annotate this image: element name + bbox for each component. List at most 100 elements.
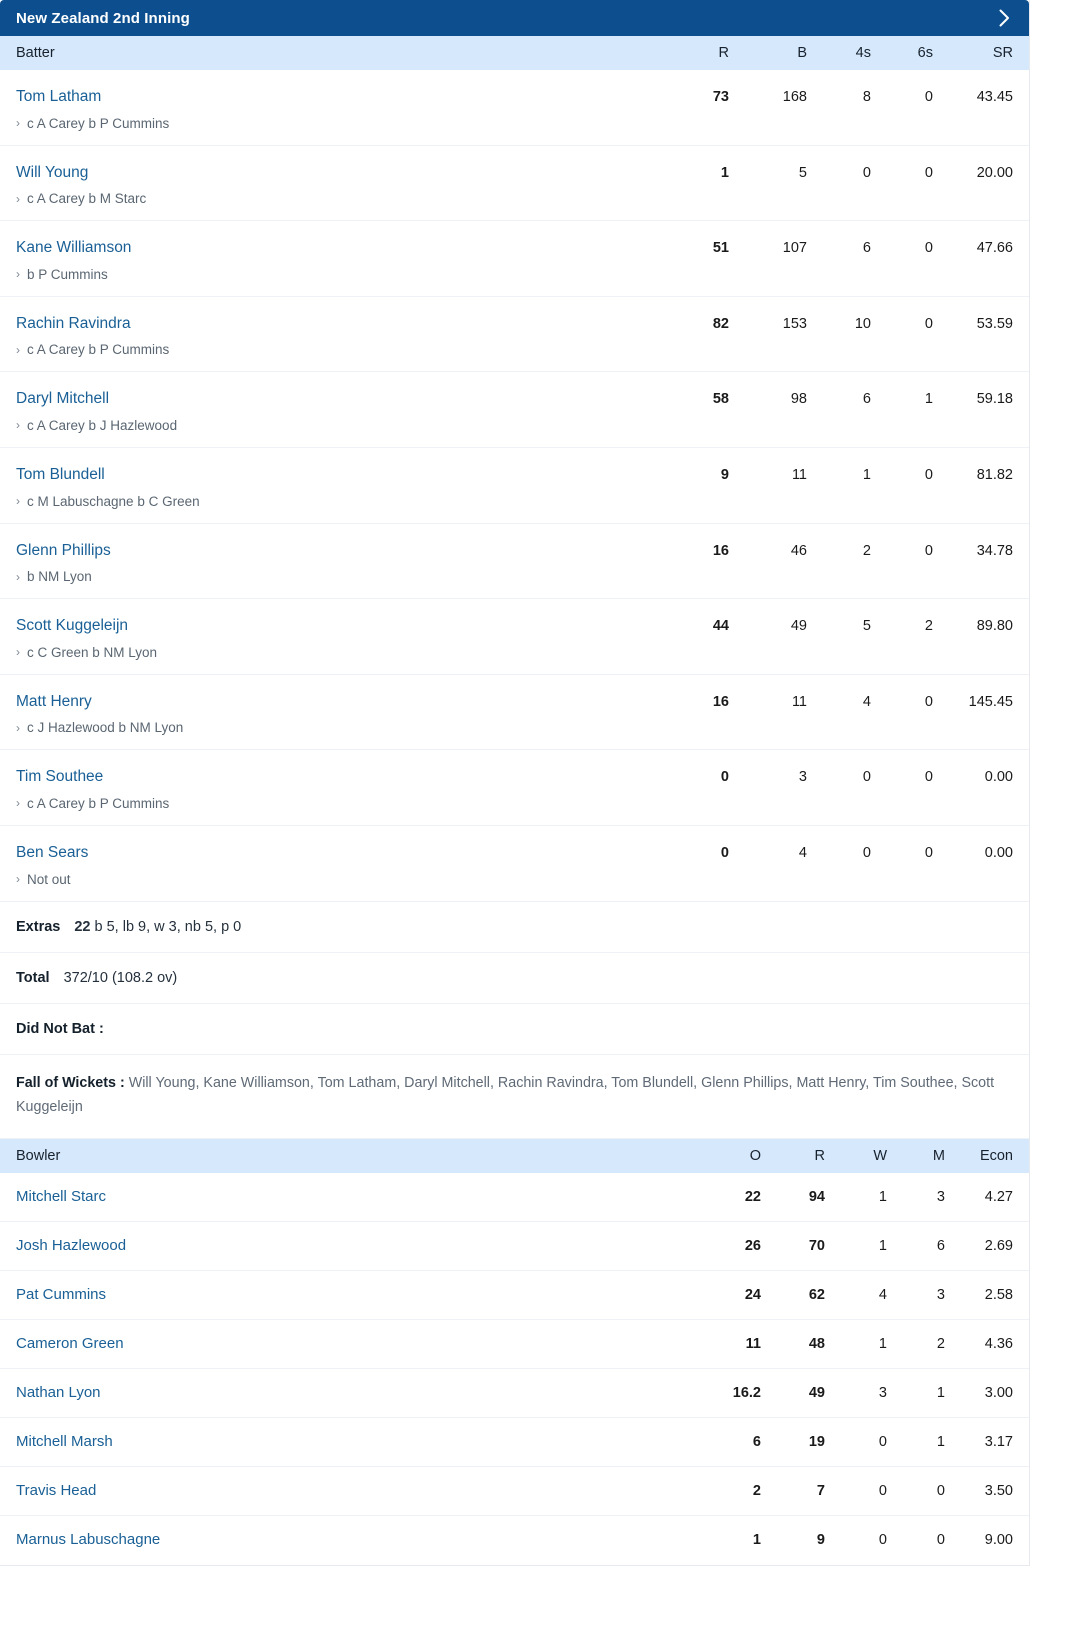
batter-name[interactable]: Kane Williamson <box>16 239 653 258</box>
bowler-wickets: 0 <box>878 1482 887 1499</box>
chevron-right-icon[interactable] <box>993 7 1015 29</box>
bowler-overs: 16.2 <box>732 1384 761 1401</box>
batter-fours: 8 <box>862 89 871 105</box>
batter-balls: 98 <box>790 391 807 408</box>
batter-sixes: 1 <box>924 391 933 408</box>
bowler-maidens: 2 <box>936 1335 945 1352</box>
bowler-runs: 7 <box>816 1482 825 1499</box>
bowler-runs: 19 <box>808 1433 825 1450</box>
bowler-economy: 3.50 <box>984 1482 1013 1499</box>
bowler-economy: 4.36 <box>984 1335 1013 1352</box>
dismissal-row: › c A Carey b P Cummins <box>16 116 1013 131</box>
batter-strike-rate: 145.45 <box>968 693 1013 710</box>
innings-title: New Zealand 2nd Inning <box>16 9 190 27</box>
chevron-right-small-icon: › <box>16 720 20 735</box>
did-not-bat-row: Did Not Bat : <box>0 1004 1029 1055</box>
table-row: Nathan Lyon 16.2 49 3 1 3.00 <box>0 1368 1029 1418</box>
batter-name[interactable]: Matt Henry <box>16 693 653 712</box>
dismissal-text: b NM Lyon <box>27 569 92 585</box>
bowler-maidens: 6 <box>936 1237 945 1254</box>
chevron-right-small-icon: › <box>16 796 20 811</box>
batter-name[interactable]: Tom Blundell <box>16 466 653 485</box>
batter-fours: 1 <box>862 466 871 483</box>
dismissal-row: › c A Carey b J Hazlewood <box>16 418 1013 433</box>
batter-name[interactable]: Tom Latham <box>16 88 653 107</box>
extras-label: Extras <box>16 918 61 935</box>
bowling-header-runs: R <box>814 1147 825 1164</box>
table-row: Scott Kuggeleijn 44 49 5 2 89.80 › c C G… <box>0 599 1029 675</box>
table-row: Ben Sears 0 4 0 0 0.00 › Not out <box>0 825 1029 902</box>
extras-total: 22 <box>74 918 91 935</box>
bowler-maidens: 0 <box>936 1532 945 1549</box>
batter-name[interactable]: Glenn Phillips <box>16 542 653 561</box>
batter-name[interactable]: Will Young <box>16 164 653 183</box>
bowling-rows: Mitchell Starc 22 94 1 3 4.27 Josh Hazle… <box>0 1172 1029 1565</box>
bowler-name[interactable]: Mitchell Starc <box>16 1188 691 1206</box>
bowler-overs: 11 <box>745 1335 761 1352</box>
table-row: Will Young 1 5 0 0 20.00 › c A Carey b M… <box>0 145 1029 222</box>
bowler-name[interactable]: Josh Hazlewood <box>16 1237 691 1255</box>
batter-balls: 11 <box>791 693 807 710</box>
batting-table-header: Batter R B 4s 6s SR <box>0 36 1029 70</box>
dismissal-row: › c J Hazlewood b NM Lyon <box>16 720 1013 735</box>
batter-runs: 16 <box>712 693 729 710</box>
batter-runs: 1 <box>720 164 729 181</box>
bowling-header-maidens: M <box>932 1147 945 1164</box>
bowler-wickets: 0 <box>878 1532 887 1549</box>
total-label: Total <box>16 969 50 986</box>
dismissal-text: c M Labuschagne b C Green <box>27 493 200 509</box>
extras-row: Extras 22 b 5, lb 9, w 3, nb 5, p 0 <box>0 902 1029 953</box>
batter-name[interactable]: Tim Southee <box>16 768 653 787</box>
batter-name[interactable]: Rachin Ravindra <box>16 315 653 334</box>
bowler-wickets: 1 <box>878 1188 887 1205</box>
bowler-wickets: 3 <box>878 1384 887 1401</box>
batter-strike-rate: 53.59 <box>976 315 1013 332</box>
extras-value: 22 b 5, lb 9, w 3, nb 5, p 0 <box>74 919 241 935</box>
chevron-right-small-icon: › <box>16 267 20 282</box>
bowler-wickets: 4 <box>878 1286 887 1303</box>
bowler-runs: 49 <box>808 1384 825 1401</box>
batter-fours: 0 <box>862 769 871 786</box>
batter-strike-rate: 0.00 <box>984 844 1013 861</box>
batter-name[interactable]: Ben Sears <box>16 844 653 863</box>
batter-sixes: 0 <box>924 240 933 257</box>
bowler-overs: 6 <box>752 1433 761 1450</box>
bowling-header-overs: O <box>749 1147 761 1164</box>
table-row: Mitchell Marsh 6 19 0 1 3.17 <box>0 1417 1029 1467</box>
table-row: Mitchell Starc 22 94 1 3 4.27 <box>0 1172 1029 1222</box>
batter-balls: 4 <box>798 844 807 861</box>
table-row: Kane Williamson 51 107 6 0 47.66 › b P C… <box>0 221 1029 297</box>
bowler-name[interactable]: Nathan Lyon <box>16 1384 691 1402</box>
batter-balls: 46 <box>790 542 807 559</box>
batter-name[interactable]: Daryl Mitchell <box>16 390 653 409</box>
innings-header[interactable]: New Zealand 2nd Inning <box>0 0 1029 36</box>
table-row: Tim Southee 0 3 0 0 0.00 › c A Carey b P… <box>0 750 1029 826</box>
bowling-header-wickets: W <box>873 1147 887 1164</box>
dismissal-text: c A Carey b P Cummins <box>27 795 170 811</box>
bowler-maidens: 1 <box>936 1433 945 1450</box>
batter-strike-rate: 20.00 <box>976 164 1013 181</box>
bowler-name[interactable]: Travis Head <box>16 1482 691 1500</box>
bowler-name[interactable]: Marnus Labuschagne <box>16 1531 691 1549</box>
batting-header-strike-rate: SR <box>992 45 1013 61</box>
batter-sixes: 0 <box>924 164 933 181</box>
batter-balls: 153 <box>782 315 807 332</box>
bowler-name[interactable]: Cameron Green <box>16 1335 691 1353</box>
batting-rows: Tom Latham 73 168 8 0 43.45 › c A Carey … <box>0 70 1029 902</box>
batter-strike-rate: 34.78 <box>976 542 1013 559</box>
bowler-name[interactable]: Pat Cummins <box>16 1286 691 1304</box>
dismissal-text: c A Carey b M Starc <box>27 191 147 207</box>
bowler-maidens: 1 <box>936 1384 945 1401</box>
batter-fours: 0 <box>862 844 871 861</box>
dismissal-row: › c A Carey b P Cummins <box>16 342 1013 357</box>
batter-strike-rate: 43.45 <box>976 89 1013 105</box>
bowler-name[interactable]: Mitchell Marsh <box>16 1433 691 1451</box>
batter-sixes: 0 <box>924 844 933 861</box>
table-row: Travis Head 2 7 0 0 3.50 <box>0 1466 1029 1516</box>
batter-name[interactable]: Scott Kuggeleijn <box>16 617 653 636</box>
batter-strike-rate: 47.66 <box>976 240 1013 257</box>
table-row: Marnus Labuschagne 1 9 0 0 9.00 <box>0 1515 1029 1565</box>
dismissal-row: › c C Green b NM Lyon <box>16 645 1013 660</box>
total-value: 372/10 (108.2 ov) <box>63 969 178 986</box>
bowler-overs: 24 <box>744 1286 761 1303</box>
